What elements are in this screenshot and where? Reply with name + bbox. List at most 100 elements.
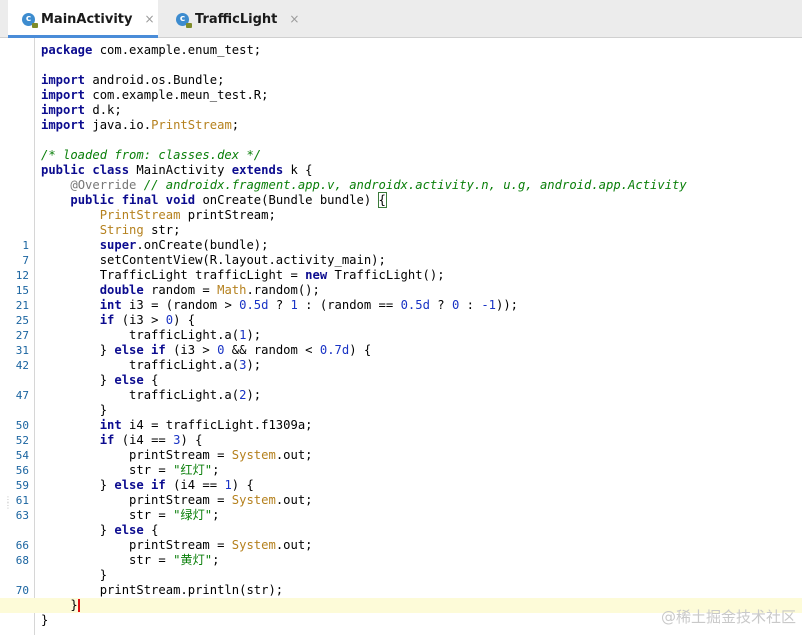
tab-label: TrafficLight bbox=[195, 11, 278, 27]
code-text: import java.io.PrintStream; bbox=[41, 118, 240, 132]
tab-trafficlight[interactable]: c TrafficLight × bbox=[164, 0, 320, 38]
code-line[interactable]: 7 setContentView(R.layout.activity_main)… bbox=[0, 253, 802, 268]
code-line[interactable]: 68 str = "黄灯"; bbox=[0, 553, 802, 568]
code-line[interactable]: public final void onCreate(Bundle bundle… bbox=[0, 192, 802, 208]
line-number: 63 bbox=[15, 509, 29, 522]
code-line[interactable]: 63 str = "绿灯"; bbox=[0, 508, 802, 523]
line-number: 27 bbox=[15, 329, 29, 342]
line-number: 21 bbox=[15, 299, 29, 312]
code-text: import android.os.Bundle; bbox=[41, 73, 225, 87]
code-line[interactable]: 54 printStream = System.out; bbox=[0, 448, 802, 463]
fold-handle-icon[interactable]: ⋮ ⋮ bbox=[4, 496, 12, 510]
line-number: 42 bbox=[15, 359, 29, 372]
code-text: printStream = System.out; bbox=[41, 493, 313, 507]
code-line[interactable]: 61 printStream = System.out; bbox=[0, 493, 802, 508]
code-line[interactable]: @Override // androidx.fragment.app.v, an… bbox=[0, 178, 802, 193]
close-icon[interactable]: × bbox=[289, 12, 299, 26]
code-text: int i3 = (random > 0.5d ? 1 : (random ==… bbox=[99, 298, 519, 312]
class-file-icon: c bbox=[22, 12, 38, 28]
code-text: str = "黄灯"; bbox=[41, 553, 220, 567]
line-number: 1 bbox=[22, 239, 29, 252]
code-text: /* loaded from: classes.dex */ bbox=[41, 148, 262, 162]
line-number: 7 bbox=[22, 254, 29, 267]
tab-label: MainActivity bbox=[41, 11, 133, 27]
code-text: printStream = System.out; bbox=[41, 538, 313, 552]
code-text: import d.k; bbox=[41, 103, 122, 117]
code-text: printStream = System.out; bbox=[41, 448, 313, 462]
code-text: package com.example.enum_test; bbox=[41, 43, 262, 57]
code-line[interactable]: package com.example.enum_test; bbox=[0, 43, 802, 58]
code-line[interactable]: import java.io.PrintStream; bbox=[0, 118, 802, 133]
line-number: 68 bbox=[15, 554, 29, 567]
code-text: str = "红灯"; bbox=[41, 463, 220, 477]
code-text: } else if (i4 == 1) { bbox=[41, 478, 254, 492]
code-line[interactable] bbox=[0, 133, 802, 148]
line-number: 31 bbox=[15, 344, 29, 357]
code-line[interactable]: 52 if (i4 == 3) { bbox=[0, 433, 802, 448]
code-line[interactable]: /* loaded from: classes.dex */ bbox=[0, 148, 802, 163]
code-line[interactable]: public class MainActivity extends k { bbox=[0, 163, 802, 178]
code-line[interactable]: String str; bbox=[0, 223, 802, 238]
class-file-icon: c bbox=[176, 12, 192, 28]
line-number: 52 bbox=[15, 434, 29, 447]
code-line[interactable]: 42 trafficLight.a(3); bbox=[0, 358, 802, 373]
code-text: public class MainActivity extends k { bbox=[41, 163, 313, 177]
code-text: if (i4 == 3) { bbox=[99, 433, 203, 447]
code-text: trafficLight.a(2); bbox=[41, 388, 262, 402]
line-number: 47 bbox=[15, 389, 29, 402]
line-number: 66 bbox=[15, 539, 29, 552]
code-text: String str; bbox=[99, 223, 181, 237]
close-icon[interactable]: × bbox=[144, 12, 154, 26]
line-number: 15 bbox=[15, 284, 29, 297]
code-text: @Override // androidx.fragment.app.v, an… bbox=[70, 178, 687, 192]
code-line[interactable]: 66 printStream = System.out; bbox=[0, 538, 802, 553]
code-line[interactable]: 70 printStream.println(str); bbox=[0, 583, 802, 598]
code-text: PrintStream printStream; bbox=[99, 208, 276, 222]
line-number: 12 bbox=[15, 269, 29, 282]
code-line[interactable]: 15 double random = Math.random(); bbox=[0, 283, 802, 298]
line-number: 59 bbox=[15, 479, 29, 492]
code-line[interactable]: } else { bbox=[0, 373, 802, 388]
code-text: } else { bbox=[41, 523, 159, 537]
code-text: } bbox=[41, 568, 108, 582]
code-line[interactable]: import com.example.meun_test.R; bbox=[0, 88, 802, 103]
code-text: str = "绿灯"; bbox=[41, 508, 220, 522]
code-line[interactable]: } else { bbox=[0, 523, 802, 538]
code-line[interactable]: 12 TrafficLight trafficLight = new Traff… bbox=[0, 268, 802, 283]
code-text: public final void onCreate(Bundle bundle… bbox=[70, 192, 387, 208]
code-text: int i4 = trafficLight.f1309a; bbox=[99, 418, 313, 432]
line-number: 70 bbox=[15, 584, 29, 597]
code-line[interactable]: PrintStream printStream; bbox=[0, 208, 802, 223]
line-number: 25 bbox=[15, 314, 29, 327]
code-line[interactable]: } bbox=[0, 403, 802, 418]
code-text: TrafficLight trafficLight = new TrafficL… bbox=[41, 268, 445, 282]
code-line[interactable]: 47 trafficLight.a(2); bbox=[0, 388, 802, 403]
code-text: import com.example.meun_test.R; bbox=[41, 88, 269, 102]
code-text: super.onCreate(bundle); bbox=[99, 238, 269, 252]
code-text: double random = Math.random(); bbox=[99, 283, 320, 297]
code-line[interactable]: 31 } else if (i3 > 0 && random < 0.7d) { bbox=[0, 343, 802, 358]
line-number: 54 bbox=[15, 449, 29, 462]
code-text: } else if (i3 > 0 && random < 0.7d) { bbox=[41, 343, 372, 357]
code-text: trafficLight.a(1); bbox=[41, 328, 262, 342]
tab-mainactivity[interactable]: c MainActivity × bbox=[8, 0, 158, 38]
code-text: } else { bbox=[41, 373, 159, 387]
code-line[interactable]: 56 str = "红灯"; bbox=[0, 463, 802, 478]
code-line[interactable]: import android.os.Bundle; bbox=[0, 73, 802, 88]
code-line[interactable]: import d.k; bbox=[0, 103, 802, 118]
code-line[interactable]: 1 super.onCreate(bundle); bbox=[0, 238, 802, 253]
code-text: setContentView(R.layout.activity_main); bbox=[41, 253, 386, 267]
code-line[interactable] bbox=[0, 58, 802, 73]
code-line[interactable]: 27 trafficLight.a(1); bbox=[0, 328, 802, 343]
code-editor[interactable]: package com.example.enum_test;import and… bbox=[0, 43, 802, 628]
code-text: } bbox=[41, 613, 49, 627]
watermark: @稀土掘金技术社区 bbox=[660, 608, 796, 626]
code-text: printStream.println(str); bbox=[41, 583, 284, 597]
code-text: } bbox=[41, 598, 80, 612]
code-line[interactable]: 25 if (i3 > 0) { bbox=[0, 313, 802, 328]
code-text: if (i3 > 0) { bbox=[99, 313, 196, 327]
code-line[interactable]: } bbox=[0, 568, 802, 583]
code-line[interactable]: 50 int i4 = trafficLight.f1309a; bbox=[0, 418, 802, 433]
code-line[interactable]: 21 int i3 = (random > 0.5d ? 1 : (random… bbox=[0, 298, 802, 313]
code-line[interactable]: 59 } else if (i4 == 1) { bbox=[0, 478, 802, 493]
